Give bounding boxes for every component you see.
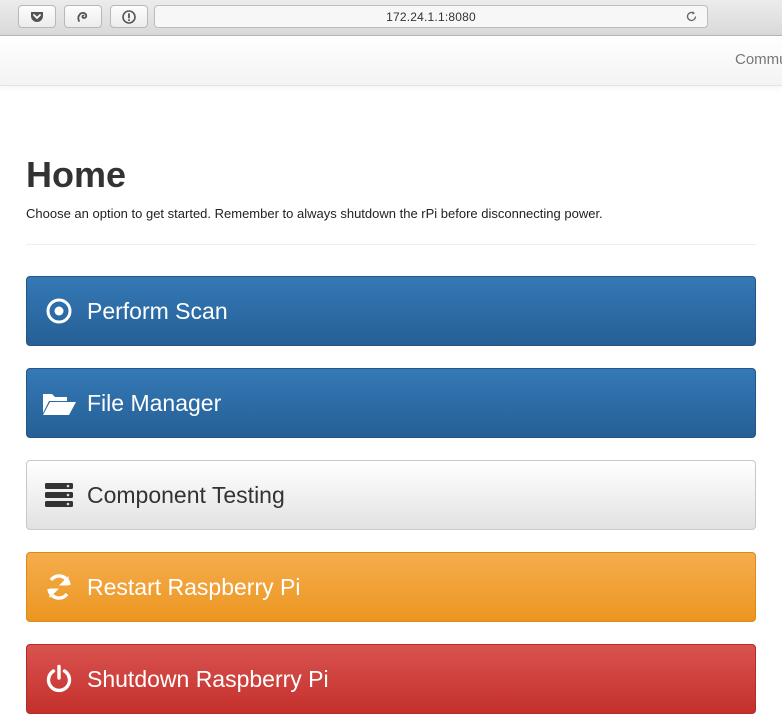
perform-scan-label: Perform Scan (87, 297, 228, 324)
browser-toolbar: 172.24.1.1:8080 (0, 0, 782, 36)
restart-label: Restart Raspberry Pi (87, 573, 301, 600)
perform-scan-button[interactable]: Perform Scan (26, 276, 756, 346)
divider (26, 244, 756, 245)
page-description: Choose an option to get started. Remembe… (26, 206, 603, 221)
shutdown-label: Shutdown Raspberry Pi (87, 665, 329, 692)
url-text: 172.24.1.1:8080 (386, 9, 476, 24)
info-icon (122, 9, 136, 24)
pocket-button[interactable] (18, 5, 56, 28)
nav-link-community[interactable]: Commu (735, 51, 782, 68)
server-icon (41, 477, 77, 513)
refresh-icon (41, 569, 77, 605)
file-manager-label: File Manager (87, 389, 222, 416)
folder-open-icon (41, 385, 77, 421)
component-testing-label: Component Testing (87, 481, 285, 508)
address-bar[interactable]: 172.24.1.1:8080 (154, 5, 708, 28)
power-icon (41, 661, 77, 697)
page-title: Home (26, 154, 127, 195)
component-testing-button[interactable]: Component Testing (26, 460, 756, 530)
extension-button[interactable] (64, 5, 102, 28)
site-navbar: t Commu (0, 36, 782, 86)
reload-icon[interactable] (685, 10, 698, 28)
swirl-icon (76, 10, 90, 24)
file-manager-button[interactable]: File Manager (26, 368, 756, 438)
restart-raspberry-pi-button[interactable]: Restart Raspberry Pi (26, 552, 756, 622)
dot-circle-icon (41, 293, 77, 329)
shutdown-raspberry-pi-button[interactable]: Shutdown Raspberry Pi (26, 644, 756, 714)
pocket-icon (30, 11, 44, 23)
privacy-button[interactable] (110, 5, 148, 28)
